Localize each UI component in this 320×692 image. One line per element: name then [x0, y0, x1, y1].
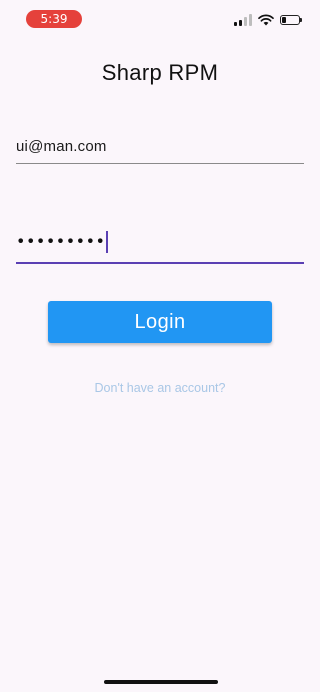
text-cursor — [106, 231, 109, 253]
password-value: ••••••••• — [16, 231, 109, 253]
battery-icon — [280, 15, 302, 25]
signup-link[interactable]: Don't have an account? — [0, 381, 320, 395]
email-value: ui@man.com — [16, 138, 107, 155]
wifi-icon — [258, 14, 274, 26]
status-time: 5:39 — [26, 10, 82, 28]
home-indicator[interactable] — [104, 680, 218, 684]
app-title: Sharp RPM — [101, 60, 219, 85]
password-field[interactable]: ••••••••• — [16, 226, 304, 264]
login-button[interactable]: Login — [48, 301, 272, 343]
password-dots: ••••••••• — [16, 231, 106, 251]
cellular-signal-icon — [234, 14, 252, 26]
status-bar: 5:39 — [0, 0, 320, 44]
email-field[interactable]: ui@man.com — [16, 132, 304, 164]
status-icons — [234, 13, 302, 27]
